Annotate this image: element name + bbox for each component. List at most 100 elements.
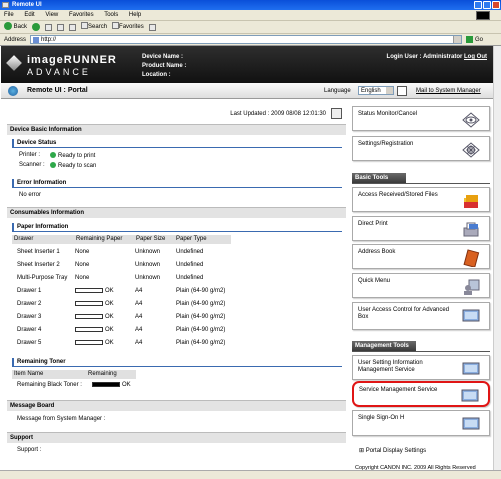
paper-level-bar (75, 288, 103, 293)
paper-level: OK (75, 314, 114, 320)
toner-item: Remaining Black Toner : (17, 382, 82, 388)
table-cell: None (75, 262, 90, 268)
paper-level-bar (75, 301, 103, 306)
col-remaining-paper: Remaining Paper (74, 235, 134, 244)
address-book-button[interactable]: Address Book (352, 244, 490, 269)
language-apply-button[interactable] (397, 86, 407, 96)
paper-level-bar (75, 340, 103, 345)
portal-bar: Remote UI : Portal Language English Mail… (1, 83, 493, 99)
menu-favorites[interactable]: Favorites (69, 12, 94, 18)
table-row: Multi-Purpose Tray (17, 275, 68, 281)
quick-menu-button[interactable]: Quick Menu (352, 273, 490, 298)
paper-level: OK (75, 340, 114, 346)
favorites-button[interactable]: Favorites (112, 21, 144, 34)
scanner-status: Ready to scan (50, 162, 96, 169)
printer-status: Ready to print (50, 152, 95, 159)
forward-button[interactable] (32, 23, 41, 31)
scanner-label: Scanner : (19, 162, 45, 168)
menu-view[interactable]: View (45, 12, 58, 18)
chevron-down-icon (386, 87, 393, 94)
star-icon (112, 22, 120, 30)
device-status-heading: Device Status (12, 139, 342, 148)
history-icon[interactable] (148, 23, 156, 31)
menu-file[interactable]: File (4, 12, 14, 18)
error-info-heading: Error Information (12, 179, 342, 188)
col-paper-size: Paper Size (134, 235, 174, 244)
paper-level: OK (75, 288, 114, 294)
sidebar: Status Monitor/Cancel Settings/Registrat… (349, 99, 493, 479)
col-item-name: Item Name (12, 370, 86, 379)
refresh-icon[interactable] (57, 23, 65, 31)
mail-to-manager-link[interactable]: Mail to System Manager (416, 88, 481, 94)
files-icon (464, 195, 478, 208)
service-management-button[interactable]: Service Management Service (352, 381, 490, 407)
col-remaining: Remaining (86, 370, 136, 379)
window-icon (2, 2, 9, 8)
printer-icon (463, 222, 479, 237)
user-access-control-button[interactable]: User Access Control for Advanced Box (352, 302, 490, 330)
table-cell: A4 (135, 340, 143, 346)
menu-tools[interactable]: Tools (104, 12, 118, 18)
menu-edit[interactable]: Edit (24, 12, 34, 18)
support-heading: Support (7, 432, 346, 443)
address-book-icon (463, 249, 480, 267)
last-updated: Last Updated : 2009 08/08 12:01:30 (230, 111, 326, 117)
search-button[interactable]: Search (81, 21, 107, 34)
logout-link[interactable]: Log Out (464, 54, 487, 60)
page-title: Remote UI : Portal (27, 87, 88, 94)
address-input[interactable]: http:// (30, 35, 463, 44)
table-cell: Plain (64-90 g/m2) (176, 340, 226, 346)
refresh-button[interactable] (331, 108, 342, 119)
gear-icon (462, 142, 480, 158)
imagerunner-logo-icon (6, 55, 22, 71)
go-button[interactable]: Go (466, 36, 483, 43)
remaining-toner-heading: Remaining Toner (12, 358, 342, 367)
monitor-icon (461, 389, 479, 402)
portal-display-settings-link[interactable]: ⊞ Portal Display Settings (359, 447, 426, 454)
table-cell: Unknown (135, 275, 161, 281)
home-icon[interactable] (69, 23, 77, 31)
single-sign-on-button[interactable]: Single Sign-On H (352, 410, 490, 436)
login-info: Login User : Administrator Log Out (386, 54, 487, 60)
back-button[interactable]: Back (4, 21, 27, 34)
status-ok-icon (50, 162, 56, 168)
monitor-icon (462, 362, 480, 375)
address-bar: Address http:// Go (0, 34, 501, 46)
basic-tools-heading: Basic Tools (352, 173, 406, 183)
table-cell: Undefined (176, 275, 204, 281)
management-tools-heading: Management Tools (352, 341, 416, 351)
quick-menu-icon (464, 279, 480, 295)
address-label: Address (4, 36, 27, 43)
vertical-scrollbar[interactable] (493, 46, 501, 470)
status-monitor-button[interactable]: Status Monitor/Cancel (352, 106, 490, 131)
paper-level: OK (75, 327, 114, 333)
eye-icon (462, 112, 480, 128)
direct-print-button[interactable]: Direct Print (352, 216, 490, 241)
table-cell: Plain (64-90 g/m2) (176, 314, 226, 320)
stop-icon[interactable] (45, 23, 53, 31)
language-select[interactable]: English (358, 86, 394, 95)
table-cell: Plain (64-90 g/m2) (176, 301, 226, 307)
device-basic-heading: Device Basic Information (7, 124, 346, 135)
windows-logo-icon (476, 11, 490, 20)
menu-help[interactable]: Help (129, 12, 141, 18)
location-label: Location : (142, 72, 171, 78)
page-header: imageRUNNER ADVANCE Device Name : Produc… (1, 46, 493, 83)
minimize-button[interactable] (474, 1, 482, 9)
brand-name: imageRUNNER (27, 54, 117, 66)
chevron-down-icon[interactable] (453, 36, 462, 43)
window-title: Remote UI (12, 2, 42, 8)
table-row: Drawer 5 (17, 340, 42, 346)
main-content: Last Updated : 2009 08/08 12:01:30 Devic… (7, 99, 346, 460)
paper-info-heading: Paper Information (12, 223, 342, 232)
portal-icon (8, 86, 18, 96)
close-button[interactable] (492, 1, 500, 9)
table-cell: Unknown (135, 262, 161, 268)
access-received-files-button[interactable]: Access Received/Stored Files (352, 187, 490, 212)
divider (352, 183, 490, 184)
user-setting-management-button[interactable]: User Setting Information Management Serv… (352, 355, 490, 380)
maximize-button[interactable] (483, 1, 491, 9)
device-name-label: Device Name : (142, 54, 184, 60)
go-arrow-icon (466, 36, 474, 43)
settings-registration-button[interactable]: Settings/Registration (352, 136, 490, 161)
